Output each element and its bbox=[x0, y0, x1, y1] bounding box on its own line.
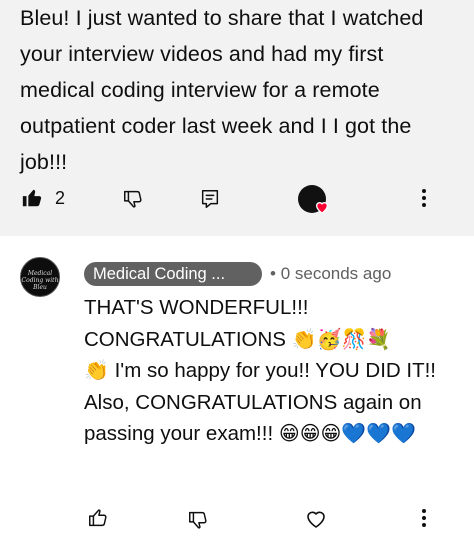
thumbs-up-icon[interactable] bbox=[86, 506, 110, 530]
timestamp: 0 seconds ago bbox=[280, 264, 392, 283]
emoji-end: 😁😁😁💙💙💙 bbox=[278, 421, 417, 445]
reply-icon[interactable] bbox=[198, 187, 222, 211]
reply-action-bar bbox=[0, 500, 474, 536]
thumbs-up-filled-icon[interactable] bbox=[20, 186, 44, 210]
comment-card: Bleu! I just wanted to share that I watc… bbox=[0, 0, 474, 236]
emoji-row-1: 👏🥳🎊💐 bbox=[291, 326, 392, 351]
reply-text-part1: THAT'S WONDERFUL!!! CONGRATULATIONS bbox=[84, 296, 309, 351]
creator-heart-avatar[interactable] bbox=[298, 185, 329, 214]
comment-action-bar: 2 bbox=[0, 181, 474, 215]
reply-meta: • 0 seconds ago bbox=[270, 262, 391, 286]
comment-text: Bleu! I just wanted to share that I watc… bbox=[20, 6, 424, 174]
reply-text: THAT'S WONDERFUL!!! CONGRATULATIONS 👏🥳🎊💐… bbox=[84, 292, 444, 450]
thumbs-down-icon[interactable] bbox=[186, 508, 210, 532]
more-vertical-icon[interactable] bbox=[412, 506, 436, 530]
more-vertical-icon[interactable] bbox=[412, 186, 436, 210]
author-chip[interactable]: Medical Coding ... bbox=[84, 262, 262, 286]
meta-separator: • bbox=[270, 264, 276, 283]
emoji-start: 👏 bbox=[84, 358, 109, 382]
thumbs-down-icon[interactable] bbox=[121, 187, 145, 211]
avatar-logo-text: Medical Coding with Bleu bbox=[21, 270, 59, 291]
creator-heart-icon bbox=[315, 202, 329, 214]
like-count: 2 bbox=[55, 188, 66, 208]
heart-icon[interactable] bbox=[303, 506, 329, 532]
channel-avatar[interactable]: Medical Coding with Bleu bbox=[20, 257, 60, 297]
